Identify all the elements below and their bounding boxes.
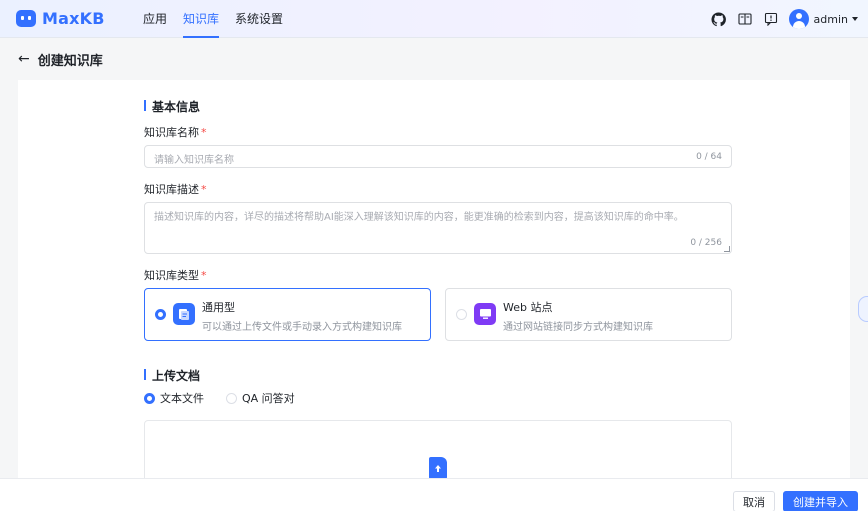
section-title-basic-info: 基本信息 (144, 98, 200, 115)
radio-label-qa[interactable]: QA 问答对 (242, 390, 295, 406)
required-mark: * (201, 126, 207, 139)
radio-text-file[interactable] (144, 392, 155, 404)
name-label: 知识库名称 * (144, 124, 207, 140)
logo[interactable]: MaxKB (16, 9, 105, 28)
name-char-counter: 0 / 64 (696, 152, 722, 162)
type-desc-web: 通过网站链接同步方式构建知识库 (503, 322, 653, 333)
top-navigation-bar: MaxKB 应用 知识库 系统设置 admin (0, 0, 868, 38)
nav-item-settings[interactable]: 系统设置 (235, 0, 283, 38)
create-knowledge-form: 基本信息 知识库名称 * 请输入知识库名称 0 / 64 知识库描述 * 描述知识库… (18, 80, 850, 478)
maxkb-logo-icon (16, 10, 36, 27)
book-icon[interactable] (737, 11, 753, 27)
resize-handle-icon[interactable] (724, 246, 730, 252)
name-label-text: 知识库名称 (144, 126, 199, 139)
radio-general[interactable] (155, 309, 166, 320)
desc-label-text: 知识库描述 (144, 183, 199, 196)
knowledge-name-input[interactable]: 请输入知识库名称 0 / 64 (144, 145, 732, 168)
type-label: 知识库类型 * (144, 267, 207, 283)
upload-dropzone[interactable] (144, 420, 732, 478)
document-icon (173, 303, 195, 325)
nav-item-knowledge[interactable]: 知识库 (183, 0, 220, 38)
user-name[interactable]: admin (814, 13, 848, 26)
desc-char-counter: 0 / 256 (690, 238, 722, 248)
top-right-actions: admin (701, 0, 858, 38)
type-title-web: Web 站点 (503, 301, 553, 314)
chevron-down-icon[interactable] (852, 17, 858, 21)
page-header: ← 创建知识库 (0, 39, 868, 79)
section-title-upload: 上传文档 (144, 367, 200, 384)
logo-text: MaxKB (42, 9, 105, 28)
type-card-web[interactable]: Web 站点 通过网站链接同步方式构建知识库 (445, 288, 732, 341)
radio-web[interactable] (456, 309, 467, 320)
knowledge-description-placeholder: 描述知识库的内容，详尽的描述将帮助AI能深入理解该知识库的内容，能更准确的检索到… (154, 212, 684, 223)
nav-item-apps[interactable]: 应用 (143, 0, 167, 38)
upload-file-icon (429, 457, 447, 478)
knowledge-description-textarea[interactable]: 描述知识库的内容，详尽的描述将帮助AI能深入理解该知识库的内容，能更准确的检索到… (144, 202, 732, 254)
type-label-text: 知识库类型 (144, 269, 199, 282)
form-footer: 取消 创建并导入 (0, 478, 868, 511)
back-arrow-icon[interactable]: ← (18, 51, 30, 67)
desc-label: 知识库描述 * (144, 181, 207, 197)
type-desc-general: 可以通过上传文件或手动录入方式构建知识库 (202, 322, 402, 333)
create-and-import-button[interactable]: 创建并导入 (783, 491, 858, 511)
github-icon[interactable] (711, 11, 727, 27)
upload-type-radio-group: 文本文件 QA 问答对 (144, 390, 317, 406)
cancel-button[interactable]: 取消 (733, 491, 775, 511)
required-mark: * (201, 183, 207, 196)
side-drawer-handle[interactable] (858, 296, 868, 322)
type-card-general[interactable]: 通用型 可以通过上传文件或手动录入方式构建知识库 (144, 288, 431, 341)
page-title: 创建知识库 (37, 53, 103, 69)
knowledge-name-placeholder: 请输入知识库名称 (154, 155, 234, 166)
feedback-icon[interactable] (763, 11, 779, 27)
main-nav: 应用 知识库 系统设置 (143, 0, 299, 38)
radio-label-text-file[interactable]: 文本文件 (160, 390, 204, 406)
monitor-icon (474, 303, 496, 325)
user-avatar[interactable] (788, 9, 809, 29)
type-title-general: 通用型 (202, 301, 235, 314)
radio-qa[interactable] (226, 392, 237, 404)
required-mark: * (201, 269, 207, 282)
